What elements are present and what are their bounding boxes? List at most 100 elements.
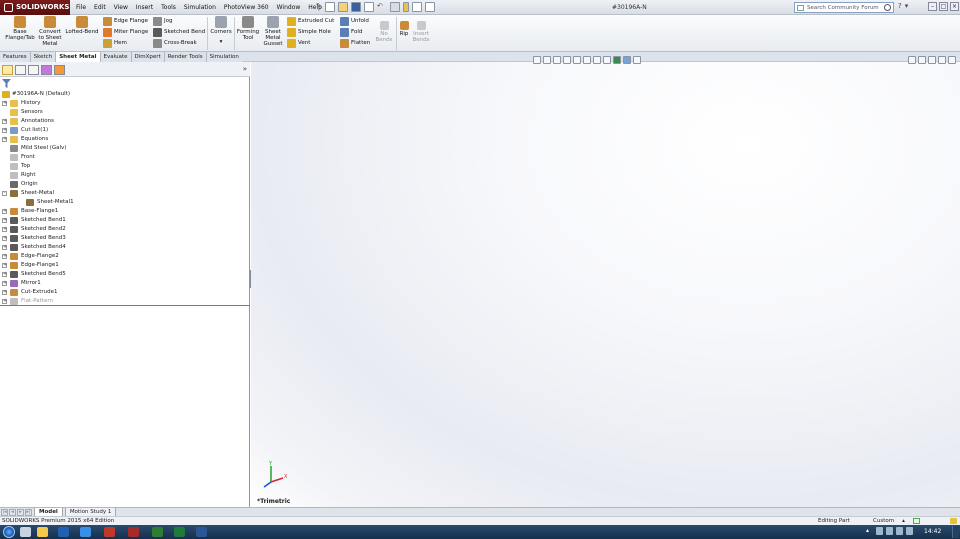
collapse-icon[interactable]: - [2,191,7,196]
first-tab-icon[interactable]: |◂ [1,508,8,516]
expand-icon[interactable]: + [2,254,7,259]
zoom-to-area-icon[interactable] [543,56,551,64]
tab-render-tools[interactable]: Render Tools [165,52,207,62]
taskbar-explorer-icon[interactable] [20,527,31,537]
tray-flag-icon[interactable] [906,527,913,535]
tree-root[interactable]: #30196A-N (Default) [0,90,250,99]
previous-view-icon[interactable] [553,56,561,64]
tab-features[interactable]: Features [0,52,31,62]
close-icon[interactable]: × [950,2,959,11]
expand-icon[interactable]: + [2,245,7,250]
minimize-icon[interactable]: – [928,2,937,11]
expand-icon[interactable]: + [2,137,7,142]
view-orientation-icon[interactable] [583,56,591,64]
taskbar-clock[interactable]: 14:42 [924,525,941,539]
options-icon[interactable] [425,2,435,12]
tree-item[interactable]: + Sketched Bend2 [0,225,250,234]
dynamic-annotation-icon[interactable] [573,56,581,64]
lofted-bend-button[interactable]: Lofted-Bend [64,16,100,35]
configuration-manager-tab-icon[interactable] [28,65,39,75]
menu-edit[interactable]: Edit [90,0,110,15]
help-icon[interactable]: ? [898,2,902,10]
simple-hole-button[interactable]: Simple Hole [287,27,331,38]
tree-item[interactable]: Origin [0,180,250,189]
new-document-icon[interactable] [325,2,335,12]
tree-item[interactable]: Top [0,162,250,171]
no-bends-button[interactable]: No Bends [374,21,394,43]
tree-item[interactable]: Mild Steel (Galv) [0,144,250,153]
search-input[interactable]: Search Community Forum [794,2,894,13]
expand-icon[interactable]: + [2,218,7,223]
tree-item[interactable]: + Sketched Bend5 [0,270,250,279]
expand-icon[interactable]: + [2,272,7,277]
tab-sheet-metal[interactable]: Sheet Metal [56,52,101,62]
display-manager-tab-icon[interactable] [54,65,65,75]
vent-button[interactable]: Vent [287,38,310,49]
tree-item[interactable]: + History [0,99,250,108]
select-icon[interactable] [390,2,400,12]
tab-simulation[interactable]: Simulation [207,52,243,62]
fold-button[interactable]: Fold [340,27,362,38]
tree-item[interactable]: + Sketched Bend1 [0,216,250,225]
tree-item[interactable]: - Sheet-Metal [0,189,250,198]
help-dropdown-icon[interactable]: ▾ [905,2,909,10]
expand-icon[interactable]: + [2,128,7,133]
graphics-area[interactable]: Y X *Trimetric [251,56,960,507]
expand-icon[interactable]: + [2,101,7,106]
tree-item[interactable]: Right [0,171,250,180]
rip-button[interactable]: Rip [397,21,411,37]
expand-icon[interactable]: + [2,227,7,232]
menu-insert[interactable]: Insert [132,0,157,15]
edge-flange-button[interactable]: Edge Flange [103,16,148,27]
viewport-tile-icon[interactable] [918,56,926,64]
section-view-icon[interactable] [563,56,571,64]
expand-icon[interactable]: + [2,263,7,268]
expand-icon[interactable]: + [2,290,7,295]
tray-arrow-icon[interactable]: ▴ [866,527,873,535]
start-button-icon[interactable] [3,526,15,538]
open-icon[interactable] [338,2,348,12]
show-desktop-button[interactable] [952,526,959,538]
tree-item[interactable]: + Cut list(1) [0,126,250,135]
insert-bends-button[interactable]: Insert Bends [411,21,431,43]
status-indicator-icon[interactable] [913,518,920,524]
expand-icon[interactable]: + [2,209,7,214]
units-selector[interactable]: Custom ▴ [873,517,905,525]
filter-icon[interactable] [2,79,11,88]
property-manager-tab-icon[interactable] [15,65,26,75]
tab-sketch[interactable]: Sketch [31,52,57,62]
taskbar-browser-icon[interactable] [80,527,91,537]
viewport-split-icon[interactable] [908,56,916,64]
viewport-close-icon[interactable] [948,56,956,64]
tab-dimxpert[interactable]: DimXpert [132,52,165,62]
menu-simulation[interactable]: Simulation [180,0,220,15]
tray-app-icon[interactable] [876,527,883,535]
tree-item[interactable]: Sensors [0,108,250,117]
tree-item[interactable]: + Annotations [0,117,250,126]
save-icon[interactable] [351,2,361,12]
viewport-restore-icon[interactable] [938,56,946,64]
menu-tools[interactable]: Tools [157,0,180,15]
taskbar-excel-icon[interactable] [174,527,185,537]
extruded-cut-button[interactable]: Extruded Cut [287,16,334,27]
viewport-minimize-icon[interactable] [928,56,936,64]
tree-item[interactable]: + Equations [0,135,250,144]
next-tab-icon[interactable]: ▸ [17,508,24,516]
unfold-button[interactable]: Unfold [340,16,369,27]
search-icon[interactable] [884,4,891,11]
taskbar-folder-icon[interactable] [37,527,48,537]
miter-flange-button[interactable]: Miter Flange [103,27,148,38]
taskbar-app-icon[interactable] [128,527,139,537]
tab-evaluate[interactable]: Evaluate [101,52,132,62]
rebuild-status-icon[interactable] [950,518,957,524]
expand-icon[interactable]: + [2,281,7,286]
tree-item[interactable]: + Edge-Flange1 [0,261,250,270]
cross-break-button[interactable]: Cross-Break [153,38,197,49]
taskbar-word-icon[interactable] [196,527,207,537]
dimxpert-manager-tab-icon[interactable] [41,65,52,75]
forming-tool-button[interactable]: Forming Tool [236,16,260,41]
tree-item[interactable]: + Mirror1 [0,279,250,288]
expand-icon[interactable]: + [2,119,7,124]
gusset-button[interactable]: Sheet Metal Gusset [260,16,286,47]
tree-item[interactable]: + Cut-Extrude1 [0,288,250,297]
